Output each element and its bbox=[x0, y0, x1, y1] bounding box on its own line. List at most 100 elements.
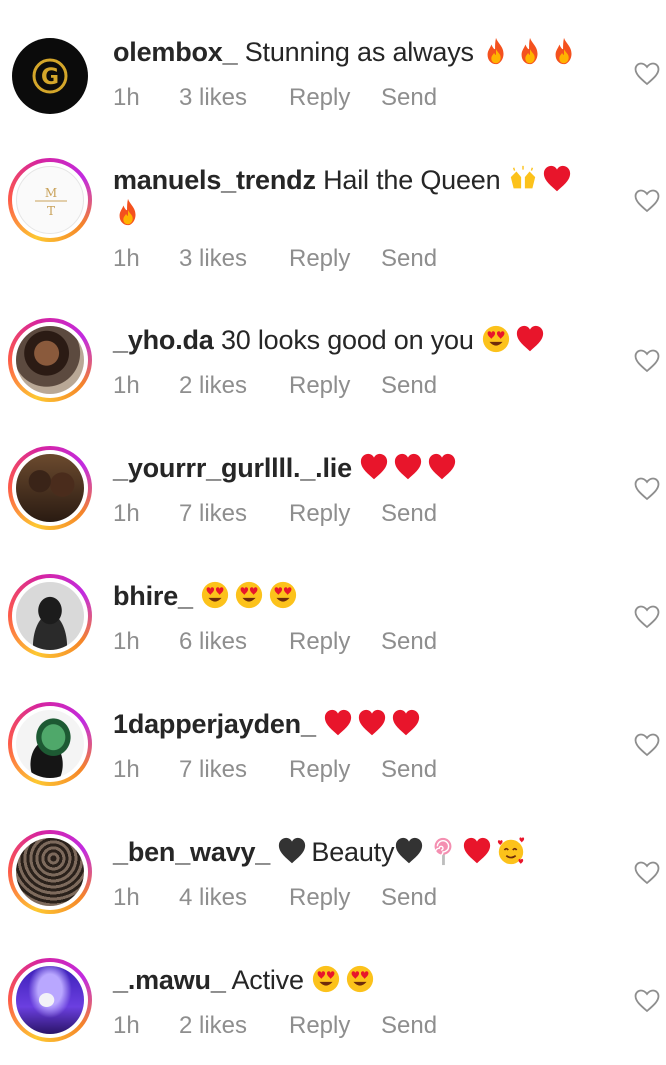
comment-meta: 1h 4 likes Reply Send bbox=[113, 884, 437, 912]
like-heart-icon[interactable] bbox=[634, 477, 660, 501]
comment-time: 1h bbox=[113, 628, 140, 655]
send-button[interactable]: Send bbox=[381, 756, 437, 784]
comment-text: _yho.da 30 looks good on you bbox=[113, 324, 593, 357]
like-heart-icon[interactable] bbox=[634, 989, 660, 1013]
red-heart-icon bbox=[393, 452, 427, 482]
send-button[interactable]: Send bbox=[381, 1012, 437, 1040]
avatar[interactable] bbox=[8, 446, 92, 530]
comment-text: 1dapperjayden_ bbox=[113, 708, 593, 741]
heart-eyes-icon bbox=[234, 580, 268, 610]
raised-hands-icon bbox=[508, 164, 542, 194]
monogram-top: M bbox=[45, 186, 57, 200]
heart-eyes-icon bbox=[268, 580, 302, 610]
comment-likes[interactable]: 2 likes bbox=[179, 372, 289, 400]
avatar[interactable] bbox=[8, 958, 92, 1042]
like-heart-icon[interactable] bbox=[634, 861, 660, 885]
comment-username[interactable]: _ben_wavy_ bbox=[113, 837, 270, 867]
fire-icon bbox=[481, 36, 515, 66]
comment-time: 1h bbox=[113, 500, 140, 527]
comment-meta: 1h 3 likes Reply Send bbox=[113, 84, 437, 112]
comment-text: manuels_trendz Hail the Queen bbox=[113, 164, 593, 230]
fire-icon bbox=[113, 197, 147, 227]
reply-button[interactable]: Reply bbox=[289, 884, 381, 912]
heart-eyes-icon bbox=[311, 964, 345, 994]
red-heart-icon bbox=[323, 708, 357, 738]
red-heart-icon bbox=[542, 164, 576, 194]
comment-text: _.mawu_ Active bbox=[113, 964, 593, 997]
send-button[interactable]: Send bbox=[381, 372, 437, 400]
reply-button[interactable]: Reply bbox=[289, 628, 381, 656]
red-heart-icon bbox=[391, 708, 425, 738]
comment-username[interactable]: 1dapperjayden_ bbox=[113, 709, 316, 739]
comment-likes[interactable]: 6 likes bbox=[179, 628, 289, 656]
comment-text: bhire_ bbox=[113, 580, 593, 613]
comment-likes[interactable]: 4 likes bbox=[179, 884, 289, 912]
comment-meta: 1h 3 likes Reply Send bbox=[113, 245, 437, 273]
fire-icon bbox=[515, 36, 549, 66]
avatar[interactable]: M T bbox=[8, 158, 92, 242]
comment-username[interactable]: _yho.da bbox=[113, 325, 214, 355]
comment-meta: 1h 2 likes Reply Send bbox=[113, 1012, 437, 1040]
comment-username[interactable]: _yourrr_gurllll._.lie bbox=[113, 453, 352, 483]
comment-time: 1h bbox=[113, 756, 140, 783]
send-button[interactable]: Send bbox=[381, 245, 437, 273]
comment-likes[interactable]: 3 likes bbox=[179, 84, 289, 112]
comment-likes[interactable]: 7 likes bbox=[179, 500, 289, 528]
monogram-bottom: T bbox=[47, 204, 55, 218]
heart-eyes-icon bbox=[200, 580, 234, 610]
comment-meta: 1h 2 likes Reply Send bbox=[113, 372, 437, 400]
reply-button[interactable]: Reply bbox=[289, 500, 381, 528]
comment-body: Active bbox=[231, 965, 304, 995]
comment-text: _yourrr_gurllll._.lie bbox=[113, 452, 593, 485]
comment-time: 1h bbox=[113, 1012, 140, 1039]
reply-button[interactable]: Reply bbox=[289, 756, 381, 784]
comment-username[interactable]: olembox_ bbox=[113, 37, 238, 67]
comment-meta: 1h 7 likes Reply Send bbox=[113, 756, 437, 784]
comment-username[interactable]: bhire_ bbox=[113, 581, 193, 611]
reply-button[interactable]: Reply bbox=[289, 245, 381, 273]
svg-text:G: G bbox=[41, 65, 59, 90]
comment-time: 1h bbox=[113, 245, 140, 272]
avatar[interactable] bbox=[8, 574, 92, 658]
send-button[interactable]: Send bbox=[381, 84, 437, 112]
comment-likes[interactable]: 2 likes bbox=[179, 1012, 289, 1040]
comment-meta: 1h 6 likes Reply Send bbox=[113, 628, 437, 656]
red-heart-icon bbox=[427, 452, 461, 482]
black-heart-icon bbox=[277, 836, 311, 866]
comment-likes[interactable]: 7 likes bbox=[179, 756, 289, 784]
avatar[interactable] bbox=[8, 702, 92, 786]
comment-time: 1h bbox=[113, 884, 140, 911]
like-heart-icon[interactable] bbox=[634, 733, 660, 757]
like-heart-icon[interactable] bbox=[634, 349, 660, 373]
reply-button[interactable]: Reply bbox=[289, 372, 381, 400]
comment-text: olembox_ Stunning as always bbox=[113, 36, 593, 69]
black-heart-icon bbox=[394, 836, 428, 866]
comment-likes[interactable]: 3 likes bbox=[179, 245, 289, 273]
reply-button[interactable]: Reply bbox=[289, 84, 381, 112]
like-heart-icon[interactable] bbox=[634, 189, 660, 213]
send-button[interactable]: Send bbox=[381, 884, 437, 912]
comment-text: _ben_wavy_ Beauty bbox=[113, 836, 593, 869]
like-heart-icon[interactable] bbox=[634, 605, 660, 629]
send-button[interactable]: Send bbox=[381, 628, 437, 656]
comment-time: 1h bbox=[113, 84, 140, 111]
comment-meta: 1h 7 likes Reply Send bbox=[113, 500, 437, 528]
fire-icon bbox=[549, 36, 583, 66]
red-heart-icon bbox=[462, 836, 496, 866]
reply-button[interactable]: Reply bbox=[289, 1012, 381, 1040]
avatar[interactable] bbox=[8, 318, 92, 402]
avatar[interactable] bbox=[8, 830, 92, 914]
like-heart-icon[interactable] bbox=[634, 62, 660, 86]
lollipop-icon bbox=[428, 836, 462, 866]
comment-body: 30 looks good on you bbox=[220, 325, 474, 355]
send-button[interactable]: Send bbox=[381, 500, 437, 528]
smiling-face-with-hearts-icon bbox=[496, 836, 530, 866]
red-heart-icon bbox=[357, 708, 391, 738]
avatar[interactable]: G bbox=[8, 34, 92, 118]
red-heart-icon bbox=[359, 452, 393, 482]
heart-eyes-icon bbox=[345, 964, 379, 994]
comment-username[interactable]: manuels_trendz bbox=[113, 165, 316, 195]
comment-body: Hail the Queen bbox=[323, 165, 501, 195]
comment-username[interactable]: _.mawu_ bbox=[113, 965, 226, 995]
heart-eyes-icon bbox=[481, 324, 515, 354]
